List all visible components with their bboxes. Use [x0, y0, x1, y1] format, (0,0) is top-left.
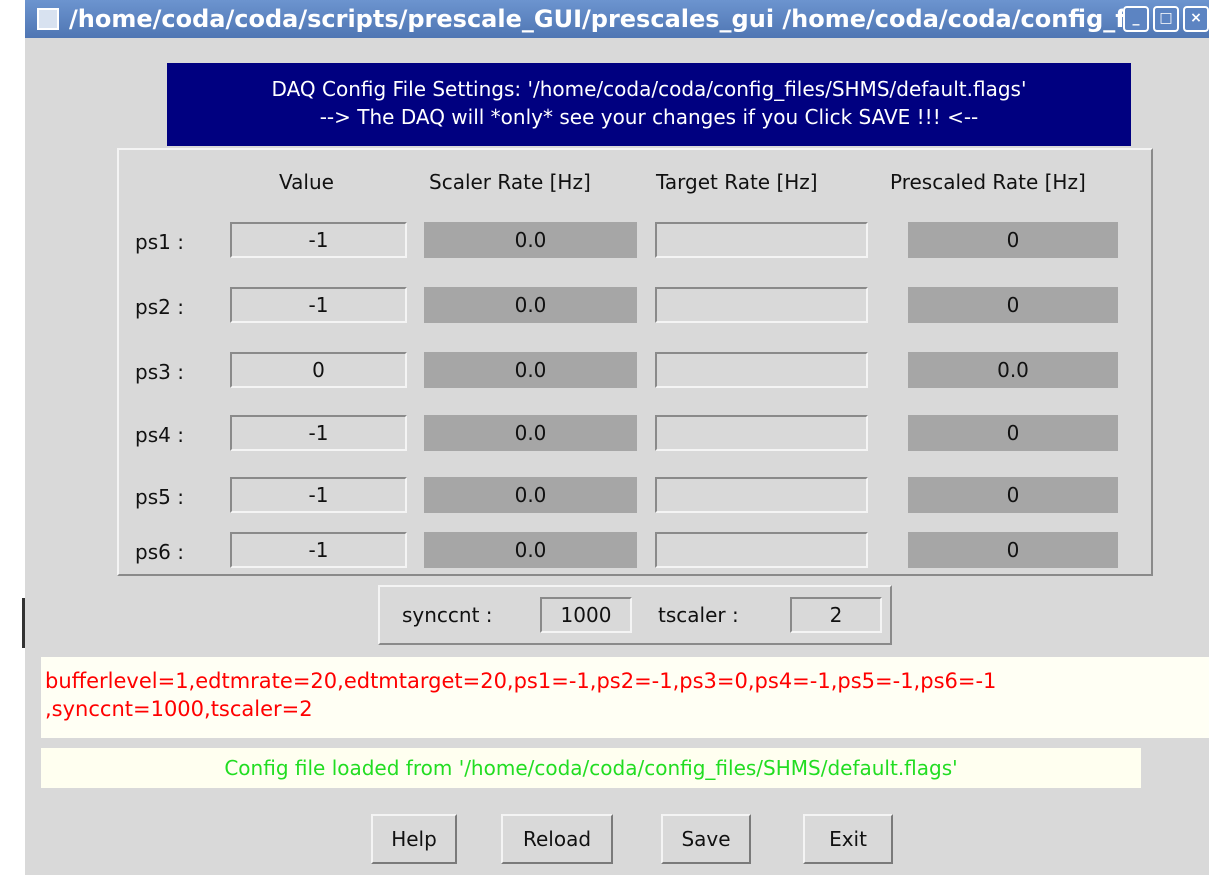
- ps4-prescaled-rate: 0: [908, 415, 1118, 451]
- window-controls: _ □ ×: [1123, 6, 1209, 32]
- ps4-value-input[interactable]: -1: [230, 415, 407, 451]
- row-label-ps6: ps6 :: [135, 540, 184, 564]
- ps6-prescaled-rate: 0: [908, 532, 1118, 568]
- maximize-icon[interactable]: □: [1153, 6, 1179, 32]
- ps1-prescaled-rate: 0: [908, 222, 1118, 258]
- ps5-prescaled-rate: 0: [908, 477, 1118, 513]
- flags-string: bufferlevel=1,edtmrate=20,edtmtarget=20,…: [41, 657, 1209, 738]
- ps1-target-rate-input[interactable]: [655, 222, 868, 258]
- close-icon[interactable]: ×: [1183, 6, 1209, 32]
- flags-line-1: bufferlevel=1,edtmrate=20,edtmtarget=20,…: [45, 669, 997, 693]
- ps3-scaler-rate: 0.0: [424, 352, 637, 388]
- tscaler-input[interactable]: 2: [790, 597, 882, 633]
- row-label-ps4: ps4 :: [135, 423, 184, 447]
- ps1-value-input[interactable]: -1: [230, 222, 407, 258]
- ps2-prescaled-rate: 0: [908, 287, 1118, 323]
- ps6-scaler-rate: 0.0: [424, 532, 637, 568]
- row-label-ps1: ps1 :: [135, 230, 184, 254]
- ps1-scaler-rate: 0.0: [424, 222, 637, 258]
- row-label-ps5: ps5 :: [135, 485, 184, 509]
- row-label-ps3: ps3 :: [135, 360, 184, 384]
- header-line-1: DAQ Config File Settings: '/home/coda/co…: [271, 77, 1027, 101]
- status-message: Config file loaded from '/home/coda/coda…: [41, 748, 1141, 788]
- prescale-table: Value Scaler Rate [Hz] Target Rate [Hz] …: [117, 148, 1153, 576]
- col-header-target-rate: Target Rate [Hz]: [656, 170, 818, 194]
- ps2-scaler-rate: 0.0: [424, 287, 637, 323]
- synccnt-label: synccnt :: [402, 603, 493, 627]
- ps2-value-input[interactable]: -1: [230, 287, 407, 323]
- col-header-value: Value: [279, 170, 334, 194]
- sync-panel: synccnt : 1000 tscaler : 2: [378, 585, 892, 645]
- header-line-2: --> The DAQ will *only* see your changes…: [319, 105, 979, 129]
- ps3-prescaled-rate: 0.0: [908, 352, 1118, 388]
- desktop-edge: [0, 0, 25, 875]
- ps6-target-rate-input[interactable]: [655, 532, 868, 568]
- ps6-value-input[interactable]: -1: [230, 532, 407, 568]
- title-bar[interactable]: /home/coda/coda/scripts/prescale_GUI/pre…: [25, 0, 1209, 38]
- row-label-ps2: ps2 :: [135, 295, 184, 319]
- ps5-value-input[interactable]: -1: [230, 477, 407, 513]
- ps4-scaler-rate: 0.0: [424, 415, 637, 451]
- window-menu-icon[interactable]: [37, 8, 59, 30]
- ps2-target-rate-input[interactable]: [655, 287, 868, 323]
- reload-button[interactable]: Reload: [501, 814, 613, 864]
- ps3-value-input[interactable]: 0: [230, 352, 407, 388]
- tscaler-label: tscaler :: [658, 603, 739, 627]
- col-header-prescaled-rate: Prescaled Rate [Hz]: [890, 170, 1086, 194]
- ps5-scaler-rate: 0.0: [424, 477, 637, 513]
- help-button[interactable]: Help: [371, 814, 457, 864]
- ps5-target-rate-input[interactable]: [655, 477, 868, 513]
- flags-line-2: ,synccnt=1000,tscaler=2: [45, 697, 313, 721]
- ps3-target-rate-input[interactable]: [655, 352, 868, 388]
- exit-button[interactable]: Exit: [803, 814, 893, 864]
- config-header: DAQ Config File Settings: '/home/coda/co…: [167, 63, 1131, 146]
- col-header-scaler-rate: Scaler Rate [Hz]: [429, 170, 591, 194]
- synccnt-input[interactable]: 1000: [540, 597, 632, 633]
- window-title: /home/coda/coda/scripts/prescale_GUI/pre…: [69, 5, 1123, 33]
- save-button[interactable]: Save: [661, 814, 751, 864]
- main-window: DAQ Config File Settings: '/home/coda/co…: [25, 38, 1209, 875]
- minimize-icon[interactable]: _: [1123, 6, 1149, 32]
- ps4-target-rate-input[interactable]: [655, 415, 868, 451]
